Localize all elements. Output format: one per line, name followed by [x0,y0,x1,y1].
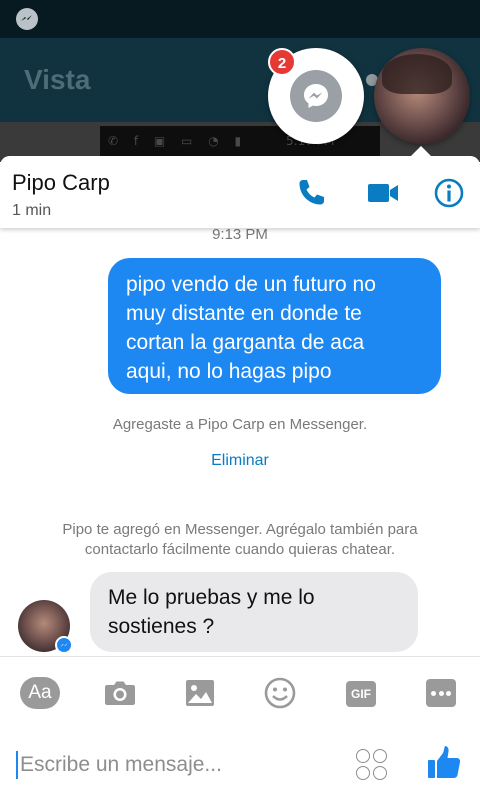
note-line: Pipo te agregó en Messenger. Agrégalo ta… [62,521,418,538]
sticker-icon[interactable] [356,749,388,781]
status-bar [0,0,480,38]
message-line: Me lo pruebas y me lo [108,586,315,609]
message-line: aqui, no lo hagas pipo [126,360,332,383]
chat-panel: Pipo Carp 1 min 9:13 PM pipo vendo de un… [0,156,480,800]
message-line: pipo vendo de un futuro no [126,273,376,296]
contact-last-active: 1 min [12,202,52,219]
more-dot [438,691,444,696]
gallery-icon[interactable] [180,673,220,713]
text-style-button[interactable]: Aa [20,677,60,709]
contact-name[interactable]: Pipo Carp [12,170,110,196]
background-app-title: Vista [24,64,91,95]
sticker-face [356,749,370,763]
message-line: cortan la garganta de aca [126,331,365,354]
emoji-icon[interactable] [260,673,300,713]
sticker-face [373,766,387,780]
note-line: contactarlo fácilmente cuando quieras ch… [84,541,396,558]
more-dot [431,691,436,696]
video-camera-icon[interactable] [366,176,400,210]
received-message-bubble[interactable]: Me lo pruebas y me lo sostienes ? [90,572,418,652]
camera-icon[interactable] [100,673,140,713]
info-icon[interactable] [432,176,466,210]
message-line: sostienes ? [108,615,215,638]
sticker-face [373,749,387,763]
phone-icon[interactable] [294,176,328,210]
background-status-icons: ✆ f ▣ ▭ ◔ ▮ [108,134,248,148]
messenger-badge-icon [55,636,73,654]
messenger-notification-icon [16,8,38,30]
remove-link[interactable]: Eliminar [0,452,480,470]
text-caret [16,751,18,779]
message-input-area [16,747,346,783]
message-composer: Aa GIF [0,656,480,800]
contact-chat-head[interactable] [374,48,470,144]
message-input[interactable] [20,747,346,783]
chat-header: Pipo Carp 1 min [0,156,480,228]
system-message-note: Pipo te agregó en Messenger. Agrégalo ta… [20,520,460,560]
more-icon[interactable] [426,679,456,707]
message-timestamp: 9:13 PM [212,226,268,243]
messenger-icon [290,70,342,122]
unread-count-badge: 2 [268,48,296,76]
like-icon[interactable] [424,743,464,783]
system-message-added: Agregaste a Pipo Carp en Messenger. [112,416,368,433]
more-dot [446,691,451,696]
message-line: muy distante en donde te [126,302,362,325]
contact-photo-detail [382,54,452,94]
sticker-face [356,766,370,780]
sent-message-bubble[interactable]: pipo vendo de un futuro no muy distante … [108,258,441,394]
gif-button[interactable]: GIF [346,681,376,707]
